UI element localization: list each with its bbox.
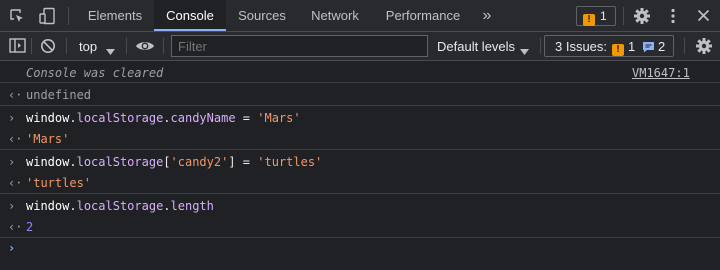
token-dot: . [69,155,77,169]
log-levels-dropdown[interactable]: Default levels [430,32,532,60]
token-property: candyName [170,111,236,125]
result-arrow-icon: ‹· [8,88,23,102]
issues-label: 3 Issues: [555,39,608,54]
eye-icon[interactable] [135,39,155,56]
token-property: length [170,199,214,213]
prompt-caret-icon: › [8,241,16,255]
console-prompt[interactable]: › [0,238,720,268]
dropdown-arrow-icon [106,43,115,58]
token-dot: . [163,111,171,125]
tab-performance[interactable]: Performance [374,0,472,31]
tab-network[interactable]: Network [298,0,372,31]
toolbar-divider [684,38,685,54]
token-operator: = [235,111,258,125]
tabbar-divider [68,7,69,25]
token-object: window [26,155,70,169]
issues-info-count: 2 [658,39,666,54]
token-object: window [26,111,70,125]
sidebar-toggle-icon[interactable] [9,38,26,56]
cleared-text: Console was cleared [26,66,164,80]
result-arrow-icon: ‹· [8,176,23,190]
prompt-arrow-icon: › [8,199,16,213]
issues-count: 1 [600,9,607,23]
filter-input[interactable] [171,35,428,57]
result-value: 'Mars' [26,132,70,146]
settings-gear-icon[interactable] [695,37,713,58]
token-dot: . [69,111,77,125]
issues-warning-count: 1 [628,39,636,54]
token-bracket: [ [163,155,171,169]
toolbar-divider [163,38,164,54]
issues-button[interactable]: 3 Issues: ! 1 2 [544,35,674,57]
token-object: window [26,199,70,213]
token-dot: . [163,199,171,213]
console-toolbar: top Default levels 3 Issues: ! 1 2 [0,32,720,61]
tab-elements[interactable]: Elements [78,0,152,31]
result-arrow-icon: ‹· [8,220,23,234]
result-value: undefined [26,88,92,102]
token-bracket: ] [228,155,236,169]
toolbar-divider [540,38,541,54]
context-selector[interactable]: top [72,32,122,60]
token-string: 'Mars' [257,111,301,125]
context-selector-label: top [79,39,98,54]
device-toggle-icon[interactable] [39,7,57,28]
token-dot: . [69,199,77,213]
prompt-arrow-icon: › [8,111,16,125]
console-entry: › window.localStorage['candy2'] = 'turtl… [0,150,720,194]
devtools-tabbar: Elements Console Sources Network Perform… [0,0,720,32]
kebab-menu-icon[interactable] [670,8,676,27]
result-value: 2 [26,220,34,234]
tab-console[interactable]: Console [154,0,226,31]
tab-sources[interactable]: Sources [228,0,296,31]
settings-gear-icon[interactable] [633,7,651,28]
token-string: 'candy2' [170,155,229,169]
token-property: localStorage [76,155,164,169]
console-result-row: ‹· undefined [0,83,720,106]
token-string: 'turtles' [257,155,323,169]
warning-badge-icon: ! [583,10,595,26]
input-command: window.localStorage['candy2'] = 'turtles… [26,155,322,169]
tabbar-divider-right [623,7,624,25]
token-property: localStorage [76,111,164,125]
warning-badge-icon: ! [612,40,624,56]
source-link[interactable]: VM1647:1 [632,66,690,80]
prompt-arrow-icon: › [8,155,16,169]
result-arrow-icon: ‹· [8,132,23,146]
issues-counter-button[interactable]: ! 1 [576,6,616,26]
token-operator: = [235,155,258,169]
log-levels-label: Default levels [437,39,516,54]
more-tabs-icon[interactable]: » [474,0,500,31]
clear-console-icon[interactable] [40,38,56,57]
inspect-icon[interactable] [9,8,25,27]
console-entry: › window.localStorage.candyName = 'Mars'… [0,106,720,150]
dropdown-arrow-icon [520,43,529,58]
input-command: window.localStorage.candyName = 'Mars' [26,111,301,125]
toolbar-divider [66,38,67,54]
console-message-cleared: Console was cleared VM1647:1 [0,61,720,83]
input-command: window.localStorage.length [26,199,214,213]
toolbar-divider [126,38,127,54]
result-value: 'turtles' [26,176,92,190]
toolbar-divider [31,38,32,54]
console-entry: › window.localStorage.length ‹· 2 [0,194,720,238]
token-property: localStorage [76,199,164,213]
info-badge-icon [642,41,655,56]
close-devtools-icon[interactable] [697,9,710,25]
